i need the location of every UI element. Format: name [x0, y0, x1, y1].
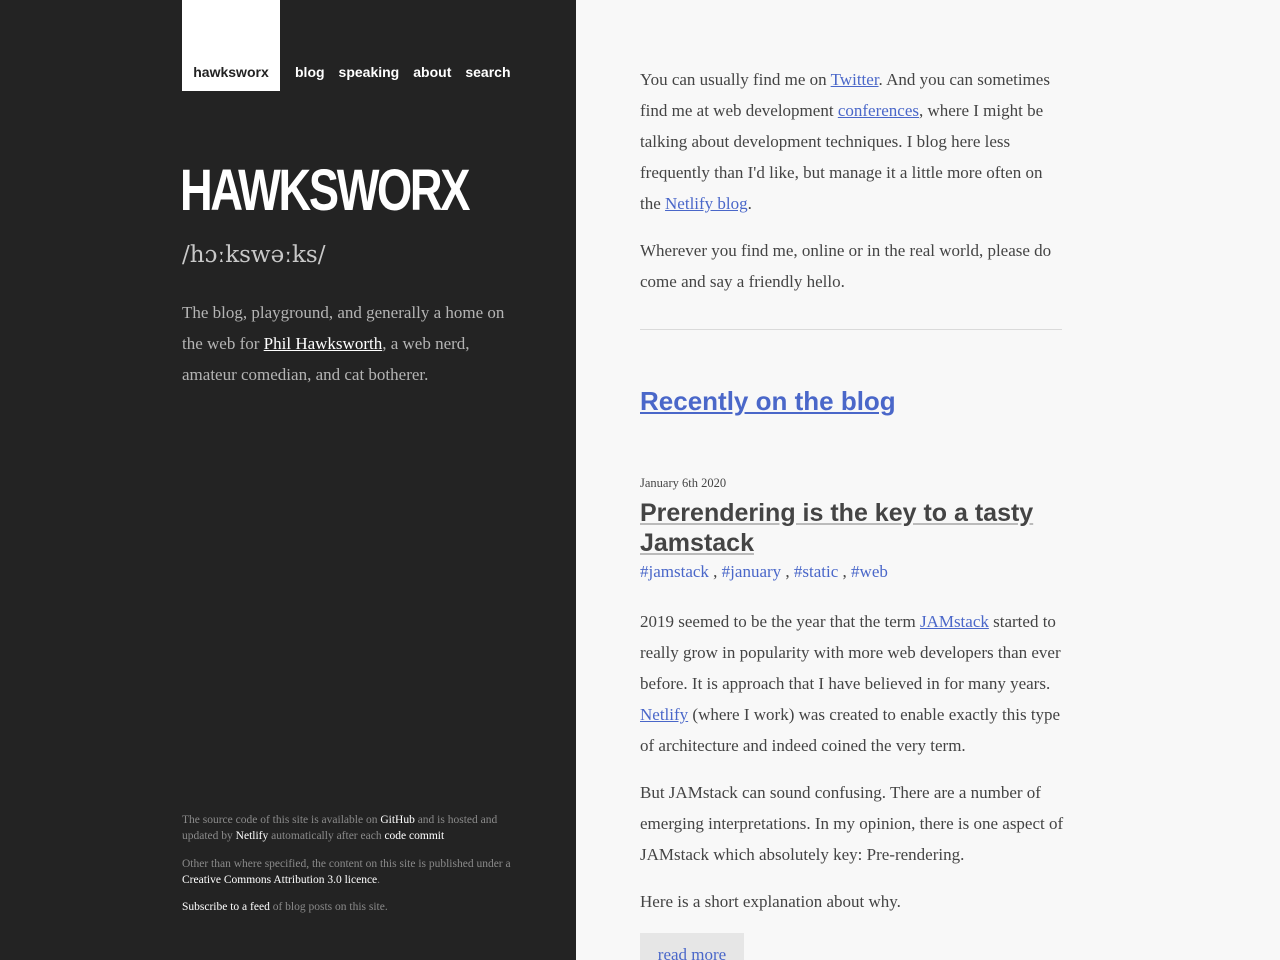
footer-text: . [377, 874, 381, 886]
post-date: January 6th 2020 [640, 476, 727, 490]
tag-separator: , [708, 562, 722, 581]
logo-text: hawksworx [193, 64, 269, 80]
jamstack-link[interactable]: JAMstack [920, 612, 989, 631]
conferences-link[interactable]: conferences [838, 101, 919, 120]
paragraph-text: You can usually find me on [640, 70, 831, 89]
recent-posts-heading-link[interactable]: Recently on the blog [640, 386, 896, 417]
footer-source-note: The source code of this site is availabl… [182, 812, 527, 844]
tag-static[interactable]: #static [794, 562, 838, 581]
tag-separator: , [838, 562, 852, 581]
github-link[interactable]: GitHub [380, 814, 415, 826]
post-title-text: Prerendering is the key to a tasty Jamst… [640, 499, 1034, 557]
twitter-link[interactable]: Twitter [831, 70, 879, 89]
hello-paragraph: Wherever you find me, online or in the r… [640, 241, 1052, 291]
nav-link-speaking[interactable]: speaking [339, 64, 400, 80]
main-nav: hawksworx blog speaking about search [182, 0, 511, 91]
pronunciation: /hɔːkswəːks/ [182, 242, 326, 268]
paragraph-text: (where I work) was created to enable exa… [640, 705, 1061, 755]
footer-licence-note: Other than where specified, the content … [182, 856, 527, 888]
site-intro: The blog, playground, and generally a ho… [182, 297, 522, 390]
logo-home-link[interactable]: hawksworx [182, 0, 280, 91]
netlify-link[interactable]: Netlify [236, 830, 269, 842]
divider [640, 329, 1062, 330]
paragraph-text: . [747, 194, 752, 213]
read-more-link[interactable]: read more [658, 945, 726, 960]
subscribe-feed-link[interactable]: Subscribe to a feed [182, 901, 270, 913]
author-link[interactable]: Phil Hawksworth [264, 334, 383, 353]
code-commit-link[interactable]: code commit [384, 830, 444, 842]
footer-feed-note: Subscribe to a feed of blog posts on thi… [182, 899, 527, 915]
post-excerpt-paragraph: 2019 seemed to be the year that the term… [640, 606, 1065, 761]
tag-january[interactable]: #january [722, 562, 781, 581]
post-excerpt-paragraph-2: But JAMstack can sound confusing. There … [640, 783, 1064, 864]
footer-text: of blog posts on this site. [269, 901, 388, 913]
read-more-button[interactable]: read more [640, 933, 744, 960]
site-title: HAWKSWORX [180, 158, 470, 223]
nav-links: blog speaking about search [295, 64, 511, 91]
post-excerpt-paragraph-3: Here is a short explanation about why. [640, 892, 901, 911]
footer-text: automatically after each [268, 830, 385, 842]
tag-jamstack[interactable]: #jamstack [640, 562, 709, 581]
post-title-link[interactable]: Prerendering is the key to a tasty Jamst… [640, 498, 1040, 558]
licence-link[interactable]: Creative Commons Attribution 3.0 licence [182, 874, 377, 886]
nav-link-about[interactable]: about [413, 64, 451, 80]
nav-link-search[interactable]: search [465, 64, 510, 80]
tag-web[interactable]: #web [851, 562, 888, 581]
paragraph-text: 2019 seemed to be the year that the term [640, 612, 920, 631]
footer-text: Other than where specified, the content … [182, 858, 511, 870]
sidebar: hawksworx blog speaking about search HAW… [0, 0, 576, 960]
intro-paragraph: You can usually find me on Twitter. And … [640, 64, 1065, 219]
nav-link-blog[interactable]: blog [295, 64, 325, 80]
post-tags: #jamstack , #january , #static , #web [640, 562, 888, 582]
footer-text: The source code of this site is availabl… [182, 814, 381, 826]
tag-separator: , [781, 562, 794, 581]
netlify-link[interactable]: Netlify [640, 705, 688, 724]
netlify-blog-link[interactable]: Netlify blog [665, 194, 748, 213]
